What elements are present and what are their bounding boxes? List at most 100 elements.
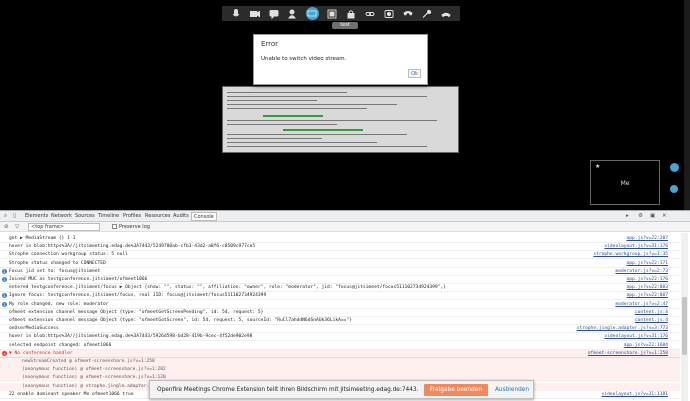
record-icon[interactable] bbox=[383, 8, 395, 19]
console-message: Strophe status changed to CONNECTED bbox=[9, 260, 106, 266]
source-link[interactable]: content.js:4 bbox=[635, 309, 668, 316]
console-message: ofmeet extension channel message Object … bbox=[9, 309, 264, 315]
source-link[interactable]: content.js:4 bbox=[635, 317, 668, 324]
devtools-panel: ⌕ ▯ Elements Network Sources Timeline Pr… bbox=[0, 210, 690, 401]
screen-share-notification: Openfire Meetings Chrome Extension teilt… bbox=[149, 380, 534, 399]
console-row: onUserMediaSuccess strophe.jingle.adapter… bbox=[0, 325, 680, 334]
console-message: ofmeet extension channel message Object … bbox=[9, 318, 352, 323]
frame-selector[interactable]: <top frame> bbox=[28, 223, 100, 231]
link-icon[interactable] bbox=[364, 8, 376, 19]
local-video-thumbnail[interactable]: ★ Me bbox=[590, 160, 660, 205]
tab-profiles[interactable]: Profiles bbox=[123, 213, 141, 219]
preserve-log-checkbox[interactable]: Preserve log bbox=[112, 224, 150, 230]
console-error-row: ✕ ▼ No conference handler ofmeet-screensha… bbox=[0, 349, 680, 358]
console-row: Strophe connection workgroup status: 5 n… bbox=[0, 251, 680, 260]
source-link[interactable]: moderator.js?v=2:47 bbox=[615, 301, 668, 308]
console-row: i My role changed, new role: moderator mod… bbox=[0, 301, 680, 309]
meeting-toolbar bbox=[222, 6, 460, 21]
dock-icon[interactable]: ▣ bbox=[650, 213, 656, 219]
phone-icon[interactable] bbox=[402, 8, 414, 19]
error-dialog: Error Unable to switch video stream. Ok bbox=[253, 34, 428, 85]
source-link[interactable]: videolayout.js?v=31:1181 bbox=[602, 391, 668, 398]
video-area: test Error Unable to switch video stream… bbox=[0, 0, 690, 210]
scrollbar-thumb[interactable] bbox=[682, 297, 687, 355]
stack-frame-row: (anonymous function) @ ofmeet-screenshar… bbox=[0, 366, 680, 375]
source-link[interactable]: videolayout.js?v=31:176 bbox=[604, 333, 668, 340]
devtools-tabbar: ⌕ ▯ Elements Network Sources Timeline Pr… bbox=[0, 211, 690, 222]
stack-frame-row: newStreamCreated @ ofmeet-screenshare.js… bbox=[0, 358, 680, 366]
lock-icon[interactable] bbox=[345, 8, 357, 19]
inspect-icon[interactable]: ⌕ bbox=[4, 213, 10, 219]
console-row: hover in blob:https%3A//jitsimeeting.eda… bbox=[0, 243, 680, 252]
conference-subject: test bbox=[332, 22, 358, 29]
info-icon: i bbox=[2, 268, 7, 274]
source-link[interactable]: videolayout.js?v=31:176 bbox=[604, 243, 668, 250]
close-icon[interactable]: ✕ bbox=[662, 213, 668, 219]
stop-sharing-button[interactable]: Freigabe beenden bbox=[424, 384, 488, 396]
tab-resources[interactable]: Resources bbox=[145, 213, 171, 219]
info-icon: i bbox=[2, 277, 7, 282]
console-drawer-icon[interactable]: ▸ bbox=[626, 213, 632, 219]
camera-indicator-icon[interactable] bbox=[670, 163, 679, 172]
info-icon: i bbox=[2, 293, 7, 299]
shared-screen-video[interactable] bbox=[222, 86, 459, 153]
tab-sources[interactable]: Sources bbox=[75, 213, 95, 219]
hide-button[interactable]: Ausblenden bbox=[493, 384, 531, 396]
add-user-icon[interactable] bbox=[287, 8, 299, 19]
console-message: onUserMediaSuccess bbox=[9, 326, 59, 332]
settings-icon[interactable]: ⚙ bbox=[638, 213, 644, 219]
source-link[interactable]: strophe.workgroup.js?v=1:35 bbox=[593, 251, 668, 258]
hangup-icon[interactable] bbox=[440, 8, 452, 19]
tab-console[interactable]: Console bbox=[191, 212, 217, 221]
source-link[interactable]: app.js?v=22:1684 bbox=[624, 342, 668, 349]
camera-icon[interactable] bbox=[249, 8, 261, 19]
console-output: got ▶ MediaStream {} 1 1 app.js?v=22:207 h… bbox=[0, 233, 690, 401]
source-link[interactable]: app.js?v=22:176 bbox=[627, 276, 669, 283]
star-icon[interactable]: ★ bbox=[595, 163, 600, 170]
notification-text: Openfire Meetings Chrome Extension teilt… bbox=[157, 387, 419, 393]
console-message: newStreamCreated @ ofmeet-screenshare.js… bbox=[22, 359, 155, 364]
console-message: selected endpoint changed: ofmeet1066 bbox=[9, 342, 112, 348]
console-message: got ▶ MediaStream {} 1 1 bbox=[9, 236, 76, 241]
console-row: i Joined MUC as testgconference.jitsimeet… bbox=[0, 276, 680, 284]
filter-icon[interactable]: ▽ bbox=[15, 224, 21, 230]
settings-icon[interactable] bbox=[421, 8, 433, 19]
source-link[interactable]: app.js?v=22:807 bbox=[627, 292, 669, 299]
source-link[interactable]: moderator.js?v=2:73 bbox=[615, 268, 668, 275]
browser-page: test Error Unable to switch video stream… bbox=[0, 0, 690, 401]
console-row: got ▶ MediaStream {} 1 1 app.js?v=22:207 bbox=[0, 235, 680, 243]
clear-console-icon[interactable]: ⊘ bbox=[4, 224, 10, 230]
console-row: hover in blob:https%3A//jitsimeeting.eda… bbox=[0, 333, 680, 342]
desktop-share-icon[interactable] bbox=[305, 7, 319, 20]
dialog-message: Unable to switch video stream. bbox=[261, 56, 347, 62]
source-link[interactable]: app.js?v=22:207 bbox=[627, 235, 669, 242]
console-message: Focus jid set to: focus@jitsimeet bbox=[9, 268, 101, 274]
console-row: ofmeet extension channel message Object … bbox=[0, 309, 680, 317]
tab-timeline[interactable]: Timeline bbox=[98, 213, 119, 219]
source-link[interactable]: ofmeet-screenshare.js?v=1:258 bbox=[588, 350, 668, 357]
source-link[interactable]: app.js?v=22:171 bbox=[627, 260, 669, 267]
console-row: i Focus jid set to: focus@jitsimeet modera… bbox=[0, 268, 680, 276]
console-scrollbar[interactable] bbox=[681, 233, 688, 401]
device-mode-icon[interactable]: ▯ bbox=[13, 213, 19, 219]
console-message: hover in blob:https%3A//jitsimeeting.eda… bbox=[9, 334, 253, 340]
fullscreen-icon[interactable] bbox=[326, 8, 338, 19]
console-row: entered testgconference.jitsimeet/focus … bbox=[0, 284, 680, 293]
ok-button[interactable]: Ok bbox=[408, 69, 421, 78]
tab-network[interactable]: Network bbox=[51, 213, 72, 219]
console-filter-bar: ⊘ ▽ <top frame> Preserve log bbox=[0, 222, 690, 232]
console-row: i Ignore focus: testgconference.jitsimeet… bbox=[0, 292, 680, 301]
mic-indicator-icon[interactable] bbox=[670, 185, 678, 193]
console-message: ▼ No conference handler bbox=[9, 350, 73, 356]
tab-audits[interactable]: Audits bbox=[173, 213, 189, 219]
chat-icon[interactable] bbox=[268, 8, 280, 19]
console-row: Strophe status changed to CONNECTED app.j… bbox=[0, 260, 680, 268]
source-link[interactable]: strophe.jingle.adapter.js?v=3:773 bbox=[577, 325, 668, 332]
mic-icon[interactable] bbox=[230, 8, 242, 19]
info-icon: i bbox=[2, 301, 7, 307]
console-message: Joined MUC as testgconference.jitsimeet/… bbox=[9, 277, 148, 282]
tab-elements[interactable]: Elements bbox=[25, 213, 48, 219]
console-message: My role changed, new role: moderator bbox=[9, 301, 109, 307]
source-link[interactable]: app.js?v=22:803 bbox=[627, 284, 669, 291]
console-row: ofmeet extension channel message Object … bbox=[0, 317, 680, 325]
